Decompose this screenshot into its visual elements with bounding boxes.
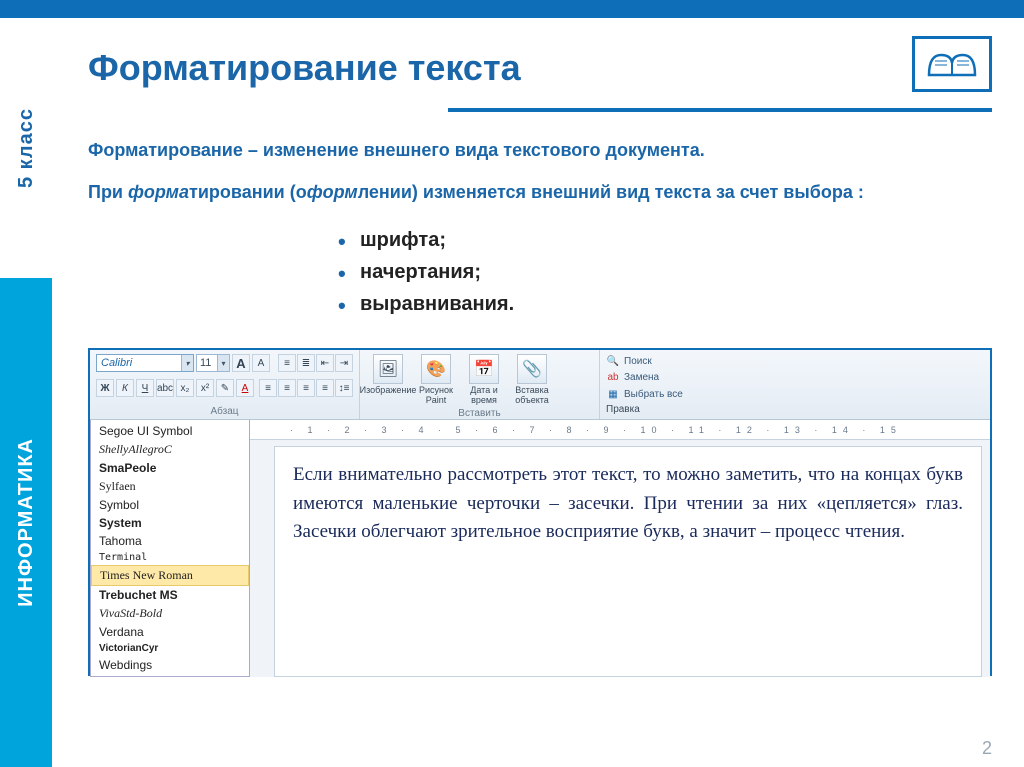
font-option[interactable]: Webdings — [91, 656, 249, 674]
lbl: Вставка объекта — [510, 386, 554, 406]
t: лении) изменяется внешний вид текста за … — [358, 182, 864, 202]
ribbon-edit-group: 🔍 Поиск ab Замена ▦ Выбрать все Правка — [600, 350, 990, 419]
lbl: Рисунок Paint — [414, 386, 458, 406]
align-left-icon[interactable]: ≡ — [259, 379, 277, 397]
t: форма — [128, 182, 189, 202]
line-spacing-icon[interactable]: ↕≡ — [335, 379, 353, 397]
bold-button[interactable]: Ж — [96, 379, 114, 397]
t: тировании (о — [189, 182, 307, 202]
replace-button[interactable]: ab Замена — [606, 371, 984, 385]
word-body: Segoe UI SymbolShellyAllegroCSmaPeoleSyl… — [90, 420, 990, 677]
lbl: Дата и время — [462, 386, 506, 406]
font-option[interactable]: Tahoma — [91, 532, 249, 550]
italic-button[interactable]: К — [116, 379, 134, 397]
strike-button[interactable]: abc — [156, 379, 174, 397]
font-option[interactable]: SmaPeole — [91, 459, 249, 477]
book-decoration — [902, 36, 992, 100]
palette-icon: 🎨 — [426, 359, 446, 379]
bullet-item: шрифта; — [338, 224, 992, 256]
font-name-value: Calibri — [101, 357, 132, 369]
font-option[interactable]: Sylfaen — [91, 477, 249, 496]
ribbon-insert-group: 🖼 Изображение 🎨 Рисунок Paint 📅 Дата и в… — [360, 350, 600, 419]
ribbon-font-group: Calibri ▾ 11 ▾ A A ≡ ≣ ⇤ ⇥ — [90, 350, 360, 419]
group-label-edit: Правка — [606, 404, 984, 415]
page-title: Форматирование текста — [88, 47, 521, 89]
font-option[interactable]: Symbol — [91, 496, 249, 514]
subscript-button[interactable]: x₂ — [176, 379, 194, 397]
lbl: Поиск — [624, 356, 652, 367]
font-color-button[interactable]: A — [236, 379, 254, 397]
font-option[interactable]: VictorianCyr — [91, 641, 249, 656]
font-size-value: 11 — [200, 357, 211, 369]
definition-text: Форматирование – изменение внешнего вида… — [88, 140, 992, 161]
superscript-button[interactable]: x² — [196, 379, 214, 397]
bullet-list: шрифта; начертания; выравнивания. — [338, 224, 992, 320]
font-option[interactable]: Verdana — [91, 623, 249, 641]
highlight-button[interactable]: ✎ — [216, 379, 234, 397]
chevron-down-icon[interactable]: ▾ — [181, 355, 193, 371]
group-label-insert: Вставить — [366, 408, 593, 419]
t: При — [88, 182, 128, 202]
top-bar — [0, 0, 1024, 18]
insert-image-button[interactable]: 🖼 Изображение — [366, 354, 410, 406]
word-screenshot: Calibri ▾ 11 ▾ A A ≡ ≣ ⇤ ⇥ — [88, 348, 992, 676]
object-icon: 📎 — [522, 359, 542, 379]
align-center-icon[interactable]: ≡ — [278, 379, 296, 397]
font-option[interactable]: System — [91, 514, 249, 532]
ribbon: Calibri ▾ 11 ▾ A A ≡ ≣ ⇤ ⇥ — [90, 350, 990, 420]
font-option[interactable]: Times New Roman — [91, 565, 249, 586]
slide-number: 2 — [982, 738, 992, 759]
search-icon: 🔍 — [606, 354, 620, 368]
chevron-down-icon[interactable]: ▾ — [217, 355, 229, 371]
indent-icon[interactable]: ⇥ — [335, 354, 353, 372]
image-icon: 🖼 — [378, 359, 398, 379]
t: форм — [307, 182, 358, 202]
ruler: · 1 · 2 · 3 · 4 · 5 · 6 · 7 · 8 · 9 · 10… — [250, 420, 990, 440]
shrink-font-button[interactable]: A — [252, 354, 270, 372]
align-right-icon[interactable]: ≡ — [297, 379, 315, 397]
list-numbered-icon[interactable]: ≣ — [297, 354, 315, 372]
sidebar-subject: ИНФОРМАТИКА — [0, 278, 52, 767]
class-label: 5 класс — [15, 108, 38, 188]
sidebar-class: 5 класс — [0, 18, 52, 278]
font-dropdown-list[interactable]: Segoe UI SymbolShellyAllegroCSmaPeoleSyl… — [90, 420, 250, 677]
sidebar: 5 класс ИНФОРМАТИКА — [0, 18, 52, 767]
font-option[interactable]: Terminal — [91, 550, 249, 565]
bullet-item: выравнивания. — [338, 288, 992, 320]
align-justify-icon[interactable]: ≡ — [316, 379, 334, 397]
select-all-icon: ▦ — [606, 387, 620, 401]
subject-label: ИНФОРМАТИКА — [15, 438, 38, 607]
font-option[interactable]: ShellyAllegroC — [91, 440, 249, 459]
replace-icon: ab — [606, 371, 620, 385]
group-label-paragraph: Абзац — [96, 406, 353, 417]
content: Форматирование текста Форматирование – и… — [52, 18, 1024, 767]
bullet-item: начертания; — [338, 256, 992, 288]
grow-font-button[interactable]: A — [232, 354, 250, 372]
find-button[interactable]: 🔍 Поиск — [606, 354, 984, 368]
calendar-icon: 📅 — [474, 359, 494, 379]
font-size-combo[interactable]: 11 ▾ — [196, 354, 230, 372]
intro-paragraph: При форматировании (оформлении) изменяет… — [88, 179, 992, 206]
font-option[interactable]: Trebuchet MS — [91, 586, 249, 604]
list-bullets-icon[interactable]: ≡ — [278, 354, 296, 372]
lbl: Замена — [624, 372, 659, 383]
font-option[interactable]: VivaStd-Bold — [91, 604, 249, 623]
font-option[interactable]: Segoe UI Symbol — [91, 422, 249, 440]
insert-paint-button[interactable]: 🎨 Рисунок Paint — [414, 354, 458, 406]
insert-datetime-button[interactable]: 📅 Дата и время — [462, 354, 506, 406]
lbl: Изображение — [360, 386, 417, 396]
select-all-button[interactable]: ▦ Выбрать все — [606, 387, 984, 401]
underline-button[interactable]: Ч — [136, 379, 154, 397]
lbl: Выбрать все — [624, 389, 683, 400]
title-underline — [448, 108, 992, 112]
document-area: · 1 · 2 · 3 · 4 · 5 · 6 · 7 · 8 · 9 · 10… — [250, 420, 990, 677]
document-page[interactable]: Если внимательно рассмотреть этот текст,… — [274, 446, 982, 677]
outdent-icon[interactable]: ⇤ — [316, 354, 334, 372]
font-name-combo[interactable]: Calibri ▾ — [96, 354, 194, 372]
insert-object-button[interactable]: 📎 Вставка объекта — [510, 354, 554, 406]
